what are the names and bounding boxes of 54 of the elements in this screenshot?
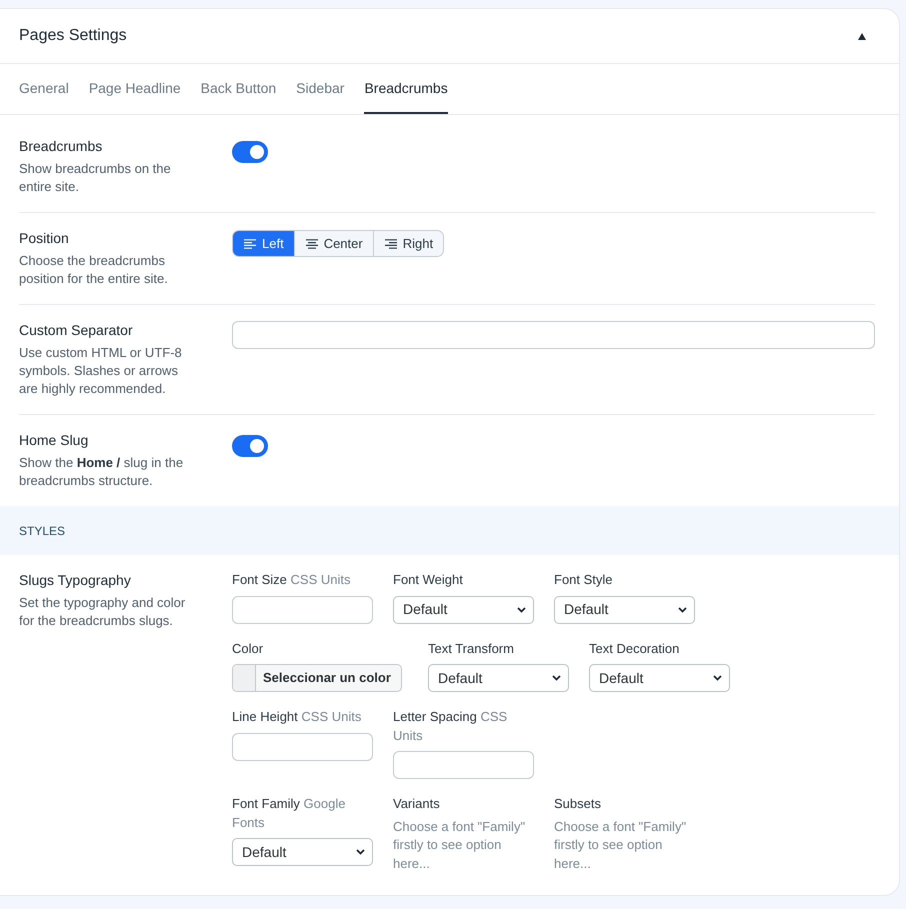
text-input[interactable] [232, 596, 373, 624]
setting-title: Home Slug [19, 431, 90, 450]
section-heading: STYLES [19, 522, 66, 540]
dropdown[interactable]: Default [589, 664, 730, 692]
alignment-option[interactable]: Left [233, 231, 294, 256]
helper-text: Choose a font "Family" firstly to see option here... [554, 818, 688, 872]
setting-title: Position [19, 229, 70, 248]
setting-description: Use custom HTML or UTF-8 symbols. Slashes or arrows are highly recommended. [19, 344, 183, 398]
field-label: Color [232, 640, 264, 658]
color-picker-button[interactable]: Seleccionar un color [232, 664, 402, 692]
field-label: Font Weight [393, 571, 464, 589]
dropdown[interactable]: Default [554, 596, 695, 624]
field-label: Text Transform [428, 640, 515, 658]
tab[interactable]: Sidebar [296, 64, 344, 114]
setting-description: Show breadcrumbs on the entire site. [19, 160, 172, 196]
panel-title: Pages Settings [19, 26, 127, 46]
text-input[interactable] [393, 751, 534, 779]
dropdown[interactable]: Default [428, 664, 569, 692]
setting-title: Custom Separator [19, 321, 134, 340]
field-label: Font Style [554, 571, 614, 589]
tab[interactable]: Breadcrumbs [364, 64, 448, 114]
chevron-down-icon [517, 606, 526, 612]
setting-title: Breadcrumbs [19, 137, 104, 156]
dropdown[interactable]: Default [232, 838, 373, 866]
alignment-option[interactable]: Right [372, 231, 444, 256]
text-input[interactable] [232, 732, 373, 760]
field-label: Subsets [554, 795, 602, 813]
color-swatch-icon [233, 665, 256, 691]
chevron-down-icon [356, 849, 365, 855]
field-label: Font Family Google Fonts [232, 795, 346, 832]
align-left-icon [244, 238, 256, 248]
toggle-switch[interactable] [232, 141, 268, 163]
align-center-icon [306, 238, 318, 248]
dropdown[interactable]: Default [393, 596, 534, 624]
separator-input[interactable] [232, 321, 875, 349]
setting-title: Slugs Typography [19, 571, 132, 590]
field-label: Line Height CSS Units [232, 708, 362, 726]
chevron-down-icon [713, 675, 722, 681]
tab[interactable]: Page Headline [88, 64, 181, 114]
setting-description: Choose the breadcrumbs position for the entire site. [19, 252, 169, 288]
chevron-down-icon [678, 606, 687, 612]
field-label: Font Size CSS Units [232, 571, 352, 589]
field-label: Variants [393, 795, 441, 813]
setting-description: Set the typography and color for the breadcrumbs slugs. [19, 594, 186, 630]
field-label: Text Decoration [589, 640, 680, 658]
setting-description: Show the Home / slug in the breadcrumbs structure. [19, 454, 184, 490]
tab[interactable]: General [19, 64, 69, 114]
align-right-icon [384, 238, 397, 248]
field-label: Letter Spacing CSS Units [393, 708, 508, 744]
tab[interactable]: Back Button [200, 64, 276, 114]
toggle-switch[interactable] [232, 435, 268, 457]
collapse-caret-icon[interactable] [858, 32, 866, 40]
helper-text: Choose a font "Family" firstly to see option here... [393, 818, 526, 872]
chevron-down-icon [552, 675, 561, 681]
